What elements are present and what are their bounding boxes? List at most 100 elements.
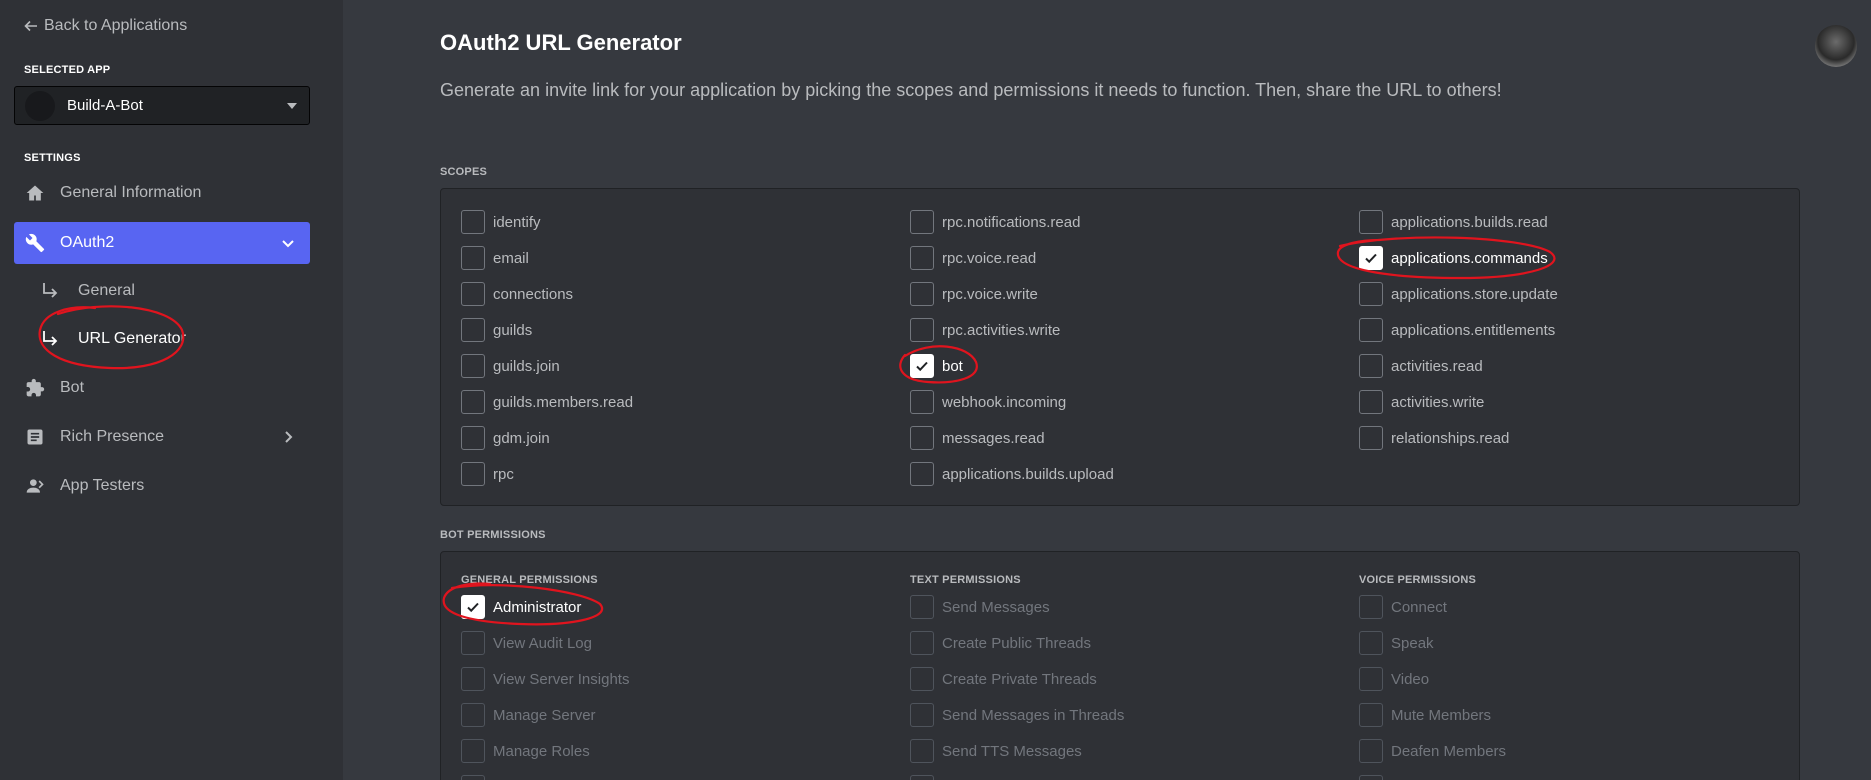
checkbox[interactable]	[910, 426, 934, 450]
checkbox[interactable]	[910, 282, 934, 306]
checkbox[interactable]	[1359, 595, 1383, 619]
checkbox[interactable]	[1359, 631, 1383, 655]
permission-send-tts-messages[interactable]: Send TTS Messages	[910, 739, 1082, 763]
checkbox[interactable]	[461, 462, 485, 486]
checkbox[interactable]	[910, 667, 934, 691]
checkbox-label: activities.read	[1391, 357, 1483, 375]
checkbox[interactable]	[461, 739, 485, 763]
scope-guilds-join[interactable]: guilds.join	[461, 354, 560, 378]
checkbox[interactable]	[1359, 703, 1383, 727]
permission-manage-server[interactable]: Manage Server	[461, 703, 596, 727]
user-avatar[interactable]	[1815, 25, 1857, 67]
sidebar-item-general-information[interactable]: General Information	[14, 172, 310, 214]
scope-email[interactable]: email	[461, 246, 529, 270]
checkbox[interactable]	[1359, 354, 1383, 378]
checkbox[interactable]	[461, 390, 485, 414]
permission-send-messages[interactable]: Send Messages	[910, 595, 1050, 619]
scope-rpc-notifications-read[interactable]: rpc.notifications.read	[910, 210, 1080, 234]
sidebar-subitem-general[interactable]: General	[40, 274, 135, 308]
subitem-arrow-icon	[43, 283, 58, 298]
checkbox[interactable]	[461, 246, 485, 270]
checkbox[interactable]	[461, 595, 485, 619]
scope-rpc-voice-read[interactable]: rpc.voice.read	[910, 246, 1036, 270]
scope-applications-commands[interactable]: applications.commands	[1359, 246, 1548, 270]
permission-video[interactable]: Video	[1359, 667, 1429, 691]
checkbox[interactable]	[1359, 318, 1383, 342]
scope-gdm-join[interactable]: gdm.join	[461, 426, 550, 450]
permission-speak[interactable]: Speak	[1359, 631, 1434, 655]
checkbox[interactable]	[461, 631, 485, 655]
checkbox-label: Send Messages in Threads	[942, 706, 1125, 724]
checkbox[interactable]	[910, 631, 934, 655]
permission-deafen-members[interactable]: Deafen Members	[1359, 739, 1506, 763]
checkbox[interactable]	[1359, 775, 1383, 780]
sidebar-subitem-url-generator[interactable]: URL Generator	[40, 322, 186, 356]
arrow-left-icon	[24, 20, 37, 32]
permission-connect[interactable]: Connect	[1359, 595, 1447, 619]
checkbox[interactable]	[461, 775, 485, 780]
sidebar-item-label: App Testers	[60, 477, 145, 494]
scope-activities-read[interactable]: activities.read	[1359, 354, 1483, 378]
checkbox[interactable]	[910, 246, 934, 270]
checkbox[interactable]	[461, 318, 485, 342]
permission-send-messages-in-threads[interactable]: Send Messages in Threads	[910, 703, 1124, 727]
permission-view-audit-log[interactable]: View Audit Log	[461, 631, 592, 655]
checkbox[interactable]	[461, 354, 485, 378]
checkbox[interactable]	[910, 462, 934, 486]
chevron-down-icon	[282, 240, 294, 248]
checkbox[interactable]	[1359, 210, 1383, 234]
checkmark-icon	[916, 361, 928, 372]
checkbox[interactable]	[910, 318, 934, 342]
back-to-applications-link[interactable]: Back to Applications	[24, 17, 187, 35]
scope-bot[interactable]: bot	[910, 354, 963, 378]
checkbox[interactable]	[910, 390, 934, 414]
checkbox[interactable]	[1359, 667, 1383, 691]
checkbox-label: Manage Roles	[493, 742, 590, 760]
permission-create-private-threads[interactable]: Create Private Threads	[910, 667, 1097, 691]
sidebar-item-rich-presence[interactable]: Rich Presence	[14, 416, 310, 458]
settings-heading: SETTINGS	[24, 152, 81, 164]
checkbox-label: Deafen Members	[1391, 742, 1507, 760]
permission-view-server-insights[interactable]: View Server Insights	[461, 667, 629, 691]
permission-administrator[interactable]: Administrator	[461, 595, 581, 619]
scope-rpc[interactable]: rpc	[461, 462, 514, 486]
scope-applications-entitlements[interactable]: applications.entitlements	[1359, 318, 1555, 342]
checkbox[interactable]	[910, 775, 934, 780]
checkbox[interactable]	[1359, 390, 1383, 414]
checkbox-label: guilds.members.read	[493, 393, 634, 411]
scope-guilds[interactable]: guilds	[461, 318, 532, 342]
scope-applications-store-update[interactable]: applications.store.update	[1359, 282, 1558, 306]
scope-webhook-incoming[interactable]: webhook.incoming	[910, 390, 1066, 414]
checkbox[interactable]	[461, 210, 485, 234]
checkbox[interactable]	[910, 739, 934, 763]
checkbox[interactable]	[461, 282, 485, 306]
checkbox[interactable]	[1359, 246, 1383, 270]
scope-identify[interactable]: identify	[461, 210, 541, 234]
permission-manage-roles[interactable]: Manage Roles	[461, 739, 590, 763]
permission-mute-members[interactable]: Mute Members	[1359, 703, 1491, 727]
checkbox[interactable]	[910, 595, 934, 619]
scope-rpc-activities-write[interactable]: rpc.activities.write	[910, 318, 1060, 342]
checkbox[interactable]	[461, 703, 485, 727]
checkbox[interactable]	[461, 667, 485, 691]
scope-messages-read[interactable]: messages.read	[910, 426, 1045, 450]
scope-guilds-members-read[interactable]: guilds.members.read	[461, 390, 633, 414]
scope-relationships-read[interactable]: relationships.read	[1359, 426, 1509, 450]
checkbox[interactable]	[1359, 282, 1383, 306]
scope-applications-builds-upload[interactable]: applications.builds.upload	[910, 462, 1114, 486]
scope-rpc-voice-write[interactable]: rpc.voice.write	[910, 282, 1038, 306]
sidebar-item-bot[interactable]: Bot	[14, 367, 310, 409]
sidebar-item-app-testers[interactable]: App Testers	[14, 465, 310, 507]
permission-create-public-threads[interactable]: Create Public Threads	[910, 631, 1091, 655]
scope-connections[interactable]: connections	[461, 282, 573, 306]
checkbox[interactable]	[461, 426, 485, 450]
checkbox[interactable]	[1359, 739, 1383, 763]
checkbox[interactable]	[1359, 426, 1383, 450]
scope-activities-write[interactable]: activities.write	[1359, 390, 1484, 414]
checkbox[interactable]	[910, 703, 934, 727]
sidebar-item-oauth2[interactable]: OAuth2	[14, 222, 310, 264]
app-selector-dropdown[interactable]: Build-A-Bot	[14, 86, 310, 125]
checkbox[interactable]	[910, 354, 934, 378]
scope-applications-builds-read[interactable]: applications.builds.read	[1359, 210, 1548, 234]
checkbox[interactable]	[910, 210, 934, 234]
